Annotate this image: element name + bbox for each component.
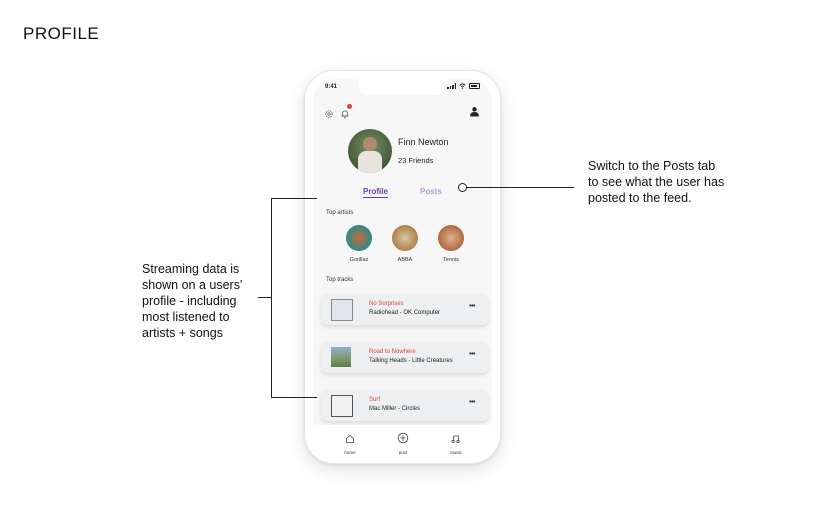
wifi-icon — [459, 83, 466, 89]
artist-item[interactable]: Gorillaz — [339, 225, 379, 263]
profile-name: Finn Newton — [398, 137, 449, 147]
track-artist: Mac Miller - Circles — [369, 406, 420, 412]
album-art — [331, 395, 353, 417]
signal-icon — [447, 83, 456, 89]
track-title: Road to Nowhere — [369, 349, 416, 355]
artist-avatar — [392, 225, 418, 251]
music-icon — [451, 435, 460, 444]
phone-notch — [358, 79, 447, 95]
artist-item[interactable]: ABBA — [385, 225, 425, 263]
top-left-icons — [324, 104, 352, 119]
album-art — [331, 299, 353, 321]
annotation-line — [466, 187, 574, 188]
top-tracks-label: Top tracks — [326, 277, 354, 283]
phone-screen: 9:41 Finn Newton 23 Friends Profile Post… — [313, 79, 492, 455]
bottom-nav: home post music — [313, 425, 492, 455]
nav-music[interactable]: music — [441, 431, 471, 455]
track-title: No Surprises — [369, 301, 404, 307]
artist-avatar — [346, 225, 372, 251]
annotation-line — [271, 397, 317, 398]
annotation-line — [271, 198, 272, 398]
friends-count[interactable]: 23 Friends — [398, 156, 433, 165]
artist-name: Gorillaz — [349, 257, 369, 263]
more-icon[interactable]: ••• — [469, 399, 475, 406]
track-artist: Radiohead - OK Computer — [369, 310, 441, 316]
track-title: Surf — [369, 397, 381, 403]
bell-icon[interactable] — [340, 104, 352, 119]
tab-posts[interactable]: Posts — [420, 187, 442, 196]
status-time: 9:41 — [325, 84, 338, 90]
notification-badge — [347, 104, 352, 109]
album-art — [331, 347, 351, 367]
battery-icon — [469, 83, 480, 89]
track-row[interactable]: Road to Nowhere Talking Heads - Little C… — [321, 342, 488, 373]
annotation-line — [258, 297, 272, 298]
artist-avatar — [438, 225, 464, 251]
track-row[interactable]: Surf Mac Miller - Circles ••• — [321, 390, 488, 421]
nav-home[interactable]: home — [335, 431, 365, 455]
artist-name: ABBA — [397, 257, 413, 263]
gear-icon[interactable] — [324, 106, 334, 118]
more-icon[interactable]: ••• — [469, 351, 475, 358]
tab-profile[interactable]: Profile — [363, 187, 388, 198]
phone-frame: 9:41 Finn Newton 23 Friends Profile Post… — [304, 70, 501, 464]
track-row[interactable]: No Surprises Radiohead - OK Computer ••• — [321, 294, 488, 325]
annotation-line — [271, 198, 317, 199]
annotation-streaming: Streaming data is shown on a users' prof… — [142, 262, 243, 340]
status-icons — [447, 83, 480, 89]
page-title: PROFILE — [23, 24, 100, 43]
plus-circle-icon — [397, 432, 409, 444]
nav-post[interactable]: post — [388, 431, 418, 455]
annotation-posts-tab: Switch to the Posts tab to see what the … — [588, 159, 725, 205]
top-artists-label: Top artists — [326, 210, 354, 216]
home-icon — [346, 434, 354, 443]
track-artist: Talking Heads - Little Creatures — [369, 358, 453, 364]
profile-avatar — [348, 129, 392, 173]
artist-item[interactable]: Tennis — [431, 225, 471, 263]
artist-name: Tennis — [443, 257, 459, 263]
more-icon[interactable]: ••• — [469, 303, 475, 310]
user-icon[interactable] — [469, 106, 480, 117]
